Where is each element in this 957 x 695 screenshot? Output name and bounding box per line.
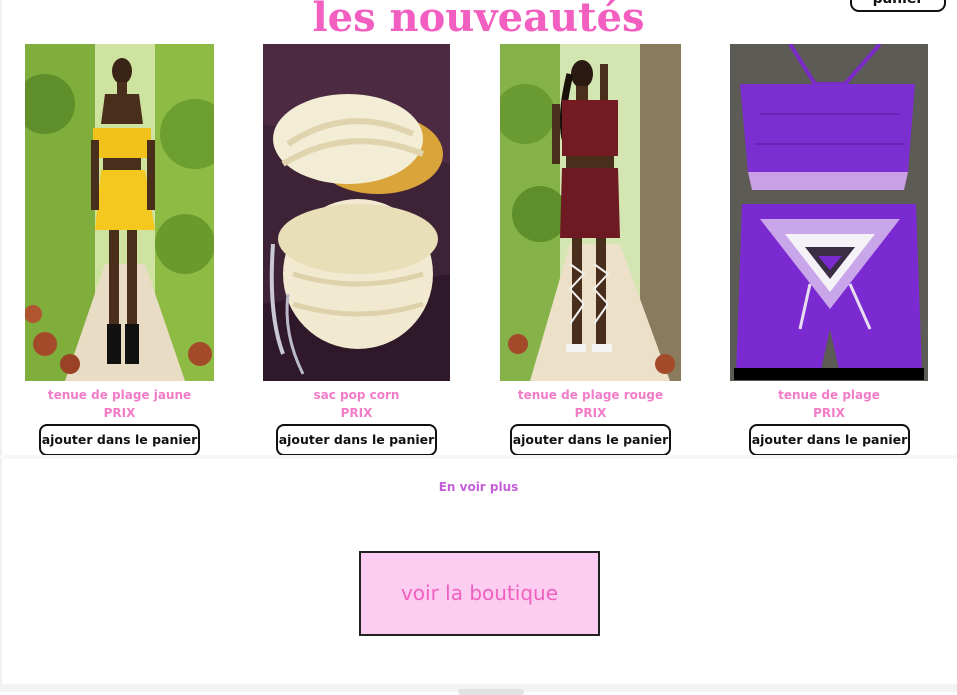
product-image-purple-crochet-set[interactable] [730, 44, 928, 381]
product-name: sac pop corn [313, 388, 400, 402]
product-name: tenue de plage rouge [517, 388, 664, 402]
product-image-yellow-outfit[interactable] [25, 44, 214, 381]
shop-button[interactable]: voir la boutique [359, 551, 600, 636]
product-price: PRIX [574, 406, 607, 420]
add-to-cart-button[interactable]: ajouter dans le panier [39, 424, 200, 456]
product-image-popcorn-bag[interactable] [263, 44, 450, 381]
add-to-cart-button[interactable]: ajouter dans le panier [749, 424, 910, 456]
see-more-link[interactable]: En voir plus [0, 480, 957, 494]
product-price: PRIX [103, 406, 136, 420]
page-edge [0, 0, 2, 692]
product-price: PRIX [813, 406, 845, 420]
cart-button[interactable]: panier [850, 0, 946, 12]
section-divider [0, 455, 957, 459]
product-name: tenue de plage jaune [47, 388, 192, 402]
product-image-burgundy-outfit[interactable] [500, 44, 681, 381]
product-price: PRIX [340, 406, 373, 420]
page-title: les nouveautés [312, 0, 645, 41]
add-to-cart-button[interactable]: ajouter dans le panier [276, 424, 437, 456]
product-name: tenue de plage [778, 388, 880, 402]
add-to-cart-button[interactable]: ajouter dans le panier [510, 424, 671, 456]
scroll-handle[interactable] [458, 689, 524, 695]
